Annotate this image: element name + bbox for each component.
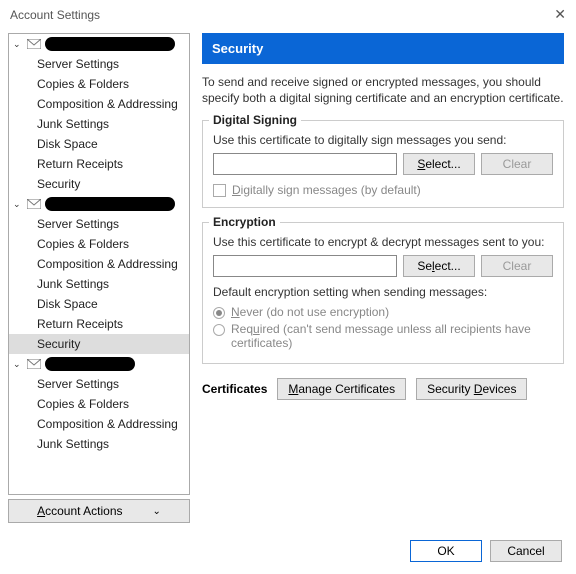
account-header[interactable]: ⌄ bbox=[9, 194, 189, 214]
checkbox-icon bbox=[213, 184, 226, 197]
account-name-redacted bbox=[45, 197, 175, 211]
sidebar-item[interactable]: Composition & Addressing bbox=[9, 414, 189, 434]
radio-required[interactable]: Required (can't send message unless all … bbox=[213, 322, 553, 350]
window-title: Account Settings bbox=[10, 8, 100, 22]
signing-clear-button[interactable]: Clear bbox=[481, 153, 553, 175]
encryption-select-button[interactable]: Select... bbox=[403, 255, 475, 277]
envelope-icon bbox=[27, 359, 41, 369]
radio-icon bbox=[213, 307, 225, 319]
sidebar-item[interactable]: Copies & Folders bbox=[9, 74, 189, 94]
group-title: Digital Signing bbox=[209, 113, 301, 127]
group-title: Encryption bbox=[209, 215, 280, 229]
envelope-icon bbox=[27, 199, 41, 209]
manage-certificates-button[interactable]: Manage Certificates bbox=[277, 378, 406, 400]
chevron-down-icon: ⌄ bbox=[13, 39, 23, 50]
envelope-icon bbox=[27, 39, 41, 49]
sidebar-item[interactable]: Server Settings bbox=[9, 374, 189, 394]
ok-button[interactable]: OK bbox=[410, 540, 482, 562]
default-encryption-label: Default encryption setting when sending … bbox=[213, 285, 553, 299]
chevron-down-icon: ⌄ bbox=[13, 199, 23, 210]
radio-icon bbox=[213, 324, 225, 336]
sidebar-item[interactable]: Copies & Folders bbox=[9, 234, 189, 254]
sidebar-item[interactable]: Return Receipts bbox=[9, 154, 189, 174]
signing-cert-input[interactable] bbox=[213, 153, 397, 175]
account-name-redacted bbox=[45, 37, 175, 51]
account-tree[interactable]: ⌄Server SettingsCopies & FoldersComposit… bbox=[8, 33, 190, 495]
content: ⌄Server SettingsCopies & FoldersComposit… bbox=[0, 29, 576, 527]
dialog-footer: OK Cancel bbox=[410, 540, 562, 562]
signing-select-button[interactable]: Select... bbox=[403, 153, 475, 175]
sidebar-item[interactable]: Disk Space bbox=[9, 294, 189, 314]
sidebar-item[interactable]: Security bbox=[9, 334, 189, 354]
cancel-button[interactable]: Cancel bbox=[490, 540, 562, 562]
sidebar-item[interactable]: Server Settings bbox=[9, 54, 189, 74]
encryption-cert-input[interactable] bbox=[213, 255, 397, 277]
panel-title: Security bbox=[202, 33, 564, 64]
sidebar-item[interactable]: Composition & Addressing bbox=[9, 254, 189, 274]
group-encryption: Encryption Use this certificate to encry… bbox=[202, 222, 564, 364]
encryption-clear-button[interactable]: Clear bbox=[481, 255, 553, 277]
account-header[interactable]: ⌄ bbox=[9, 34, 189, 54]
sidebar-wrap: ⌄Server SettingsCopies & FoldersComposit… bbox=[8, 33, 190, 523]
sidebar-item[interactable]: Composition & Addressing bbox=[9, 94, 189, 114]
sidebar-item[interactable]: Junk Settings bbox=[9, 114, 189, 134]
sidebar-item[interactable]: Junk Settings bbox=[9, 434, 189, 454]
sidebar-item[interactable]: Disk Space bbox=[9, 134, 189, 154]
account-name-redacted bbox=[45, 357, 135, 371]
sign-by-default-checkbox[interactable]: Digitally sign messages (by default) bbox=[213, 183, 553, 197]
close-icon[interactable]: ✕ bbox=[554, 6, 566, 23]
sidebar-item[interactable]: Security bbox=[9, 174, 189, 194]
sidebar-item[interactable]: Junk Settings bbox=[9, 274, 189, 294]
sidebar-item[interactable]: Server Settings bbox=[9, 214, 189, 234]
certificates-row: Certificates Manage Certificates Securit… bbox=[202, 378, 564, 400]
main-panel: Security To send and receive signed or e… bbox=[198, 33, 568, 523]
titlebar: Account Settings ✕ bbox=[0, 0, 576, 29]
chevron-down-icon: ⌄ bbox=[153, 506, 161, 517]
panel-intro: To send and receive signed or encrypted … bbox=[202, 74, 564, 106]
account-actions-button[interactable]: Account Actions ⌄ bbox=[8, 499, 190, 523]
sidebar-item[interactable]: Copies & Folders bbox=[9, 394, 189, 414]
signing-hint: Use this certificate to digitally sign m… bbox=[213, 133, 553, 147]
account-header[interactable]: ⌄ bbox=[9, 354, 189, 374]
group-digital-signing: Digital Signing Use this certificate to … bbox=[202, 120, 564, 208]
radio-never[interactable]: Never (do not use encryption) bbox=[213, 305, 553, 319]
encryption-hint: Use this certificate to encrypt & decryp… bbox=[213, 235, 553, 249]
certificates-label: Certificates bbox=[202, 382, 267, 396]
chevron-down-icon: ⌄ bbox=[13, 359, 23, 370]
sidebar-item[interactable]: Return Receipts bbox=[9, 314, 189, 334]
security-devices-button[interactable]: Security Devices bbox=[416, 378, 527, 400]
